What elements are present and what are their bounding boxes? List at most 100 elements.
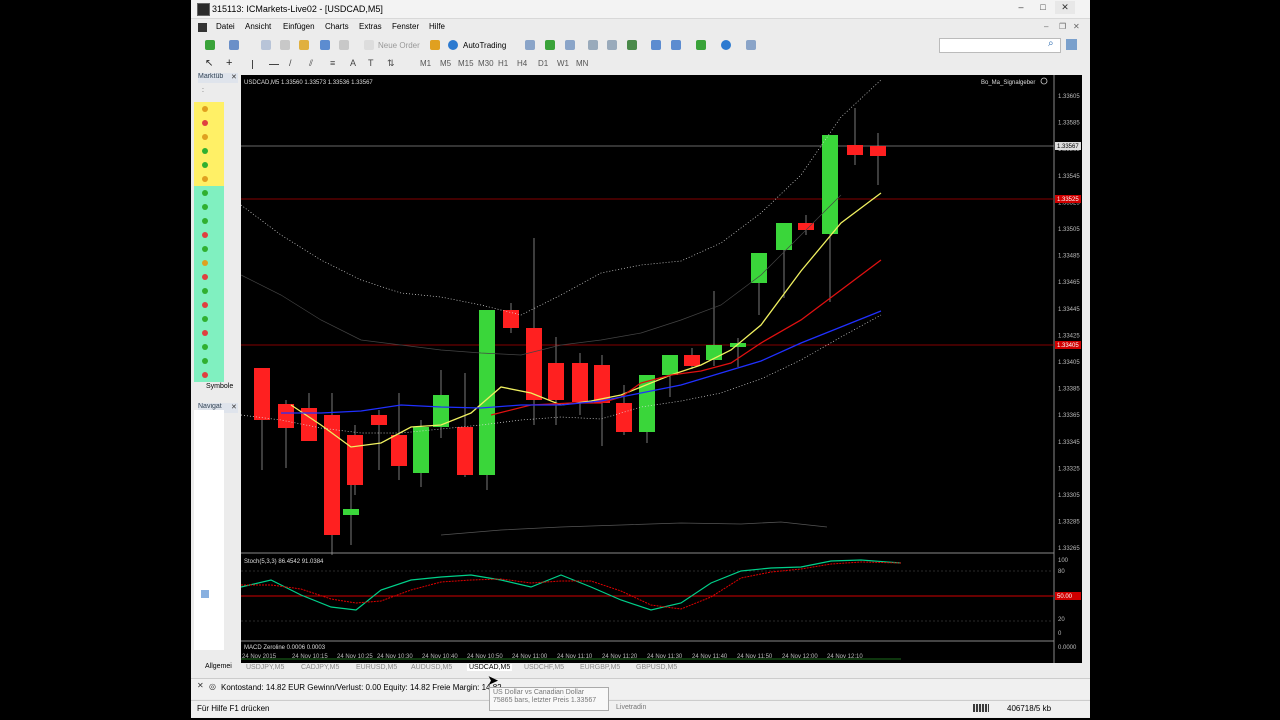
- menu-fenster[interactable]: Fenster: [392, 22, 419, 31]
- zoom-out-icon[interactable]: [607, 40, 617, 50]
- marketwatch-row[interactable]: [194, 298, 224, 312]
- fibonacci-icon[interactable]: ≡: [330, 58, 335, 68]
- marketwatch-row[interactable]: [194, 242, 224, 256]
- candlesticks-icon[interactable]: [545, 40, 555, 50]
- tf-mn-button[interactable]: MN: [576, 59, 588, 68]
- zoom-in-icon[interactable]: [588, 40, 598, 50]
- marketwatch-row[interactable]: [194, 200, 224, 214]
- chart-tab[interactable]: USDCHF,M5: [524, 664, 564, 671]
- chart-tab[interactable]: USDJPY,M5: [246, 664, 284, 671]
- menu-charts[interactable]: Charts: [325, 22, 349, 31]
- mdi-close-button[interactable]: ✕: [1073, 22, 1080, 31]
- marketwatch-row[interactable]: [194, 228, 224, 242]
- close-button[interactable]: ✕: [1055, 1, 1075, 14]
- tf-h4-button[interactable]: H4: [517, 59, 527, 68]
- maximize-button[interactable]: □: [1033, 1, 1053, 14]
- marketwatch-row[interactable]: [194, 158, 224, 172]
- channel-icon[interactable]: ⫽: [309, 58, 313, 69]
- chart-canvas[interactable]: 1.336051.335851.335651.335451.335251.335…: [240, 75, 1082, 663]
- marketwatch-list: [194, 102, 224, 382]
- chart-tab[interactable]: EURGBP,M5: [580, 664, 620, 671]
- menu-ansicht[interactable]: Ansicht: [245, 22, 271, 31]
- time-axis-label: 24 Nov 10:50: [467, 654, 503, 660]
- bar-chart-icon[interactable]: [525, 40, 535, 50]
- line-chart-icon[interactable]: [565, 40, 575, 50]
- menu-einfuegen[interactable]: Einfügen: [283, 22, 315, 31]
- marketwatch-row[interactable]: [194, 340, 224, 354]
- marketwatch-row[interactable]: [194, 354, 224, 368]
- data-window-icon[interactable]: [280, 40, 290, 50]
- tab-allgemein[interactable]: Allgemei: [205, 663, 232, 670]
- autotrading-button[interactable]: AutoTrading: [463, 41, 506, 50]
- symbol-status-icon: [202, 162, 208, 168]
- trendline-icon[interactable]: /: [289, 58, 292, 68]
- tf-d1-button[interactable]: D1: [538, 59, 548, 68]
- marketwatch-row[interactable]: [194, 270, 224, 284]
- market-watch-icon[interactable]: [261, 40, 271, 50]
- chart-tab[interactable]: CADJPY,M5: [301, 664, 339, 671]
- new-order-icon[interactable]: [364, 40, 374, 50]
- marketwatch-row[interactable]: [194, 326, 224, 340]
- chart-tab[interactable]: AUDUSD,M5: [411, 664, 452, 671]
- navigator-item-icon[interactable]: [201, 590, 209, 598]
- marketwatch-row[interactable]: [194, 214, 224, 228]
- menu-datei[interactable]: Datei: [216, 22, 235, 31]
- minimize-button[interactable]: –: [1011, 1, 1031, 14]
- tf-m30-button[interactable]: M30: [478, 59, 494, 68]
- horizontal-line-icon[interactable]: [269, 64, 279, 65]
- vertical-line-icon[interactable]: [252, 60, 253, 69]
- marketwatch-row[interactable]: [194, 312, 224, 326]
- chart-tab[interactable]: USDCAD,M5: [467, 664, 513, 671]
- marketwatch-row[interactable]: [194, 102, 224, 116]
- profiles-icon[interactable]: [229, 40, 239, 50]
- new-chart-icon[interactable]: [205, 40, 215, 50]
- symbol-status-icon: [202, 120, 208, 126]
- marketwatch-row[interactable]: [194, 368, 224, 382]
- marketwatch-close-icon[interactable]: ✕: [231, 73, 237, 81]
- marketwatch-tab-symbols[interactable]: Symbole: [206, 383, 233, 390]
- tf-w1-button[interactable]: W1: [557, 59, 569, 68]
- chart-tab[interactable]: EURUSD,M5: [356, 664, 397, 671]
- mdi-minimize-button[interactable]: –: [1044, 22, 1048, 31]
- menu-hilfe[interactable]: Hilfe: [429, 22, 445, 31]
- text-icon[interactable]: A: [350, 58, 356, 68]
- marketwatch-row[interactable]: [194, 186, 224, 200]
- crosshair-icon[interactable]: +: [226, 57, 232, 69]
- strategy-tester-icon[interactable]: [339, 40, 349, 50]
- tf-m5-button[interactable]: M5: [440, 59, 451, 68]
- cursor-icon[interactable]: ↖: [205, 58, 213, 69]
- marketwatch-row[interactable]: [194, 256, 224, 270]
- mdi-restore-button[interactable]: ❐: [1059, 22, 1066, 31]
- search-input[interactable]: [939, 38, 1061, 53]
- terminal-close-icon[interactable]: ✕: [197, 681, 204, 690]
- periods-icon[interactable]: [721, 40, 731, 50]
- navigator-tree: [194, 410, 224, 650]
- search-icon[interactable]: ⌕: [1048, 38, 1054, 49]
- community-icon[interactable]: [1066, 39, 1077, 50]
- marketwatch-row[interactable]: [194, 144, 224, 158]
- autoscroll-icon[interactable]: [651, 40, 661, 50]
- tf-m1-button[interactable]: M1: [420, 59, 431, 68]
- arrows-icon[interactable]: ⇅: [387, 58, 395, 69]
- marketwatch-row[interactable]: [194, 172, 224, 186]
- tile-windows-icon[interactable]: [627, 40, 637, 50]
- tf-m15-button[interactable]: M15: [458, 59, 474, 68]
- templates-icon[interactable]: [746, 40, 756, 50]
- price-scale-label: 1.33305: [1058, 493, 1080, 499]
- navigator-icon[interactable]: [299, 40, 309, 50]
- chart-tab[interactable]: GBPUSD,M5: [636, 664, 677, 671]
- terminal-icon[interactable]: [320, 40, 330, 50]
- metaeditor-icon[interactable]: [430, 40, 440, 50]
- menu-extras[interactable]: Extras: [359, 22, 382, 31]
- tf-h1-button[interactable]: H1: [498, 59, 508, 68]
- indicators-icon[interactable]: [696, 40, 706, 50]
- label-icon[interactable]: T: [368, 58, 374, 68]
- autotrading-icon[interactable]: [448, 40, 458, 50]
- new-order-button[interactable]: Neue Order: [378, 41, 420, 50]
- chart-shift-icon[interactable]: [671, 40, 681, 50]
- marketwatch-row[interactable]: [194, 116, 224, 130]
- marketwatch-row[interactable]: [194, 284, 224, 298]
- chart-window[interactable]: 1.33605 1.33585 1.33565 1.33545 1.33525 1.335…: [240, 75, 1082, 663]
- navigator-close-icon[interactable]: ✕: [231, 403, 237, 411]
- marketwatch-row[interactable]: [194, 130, 224, 144]
